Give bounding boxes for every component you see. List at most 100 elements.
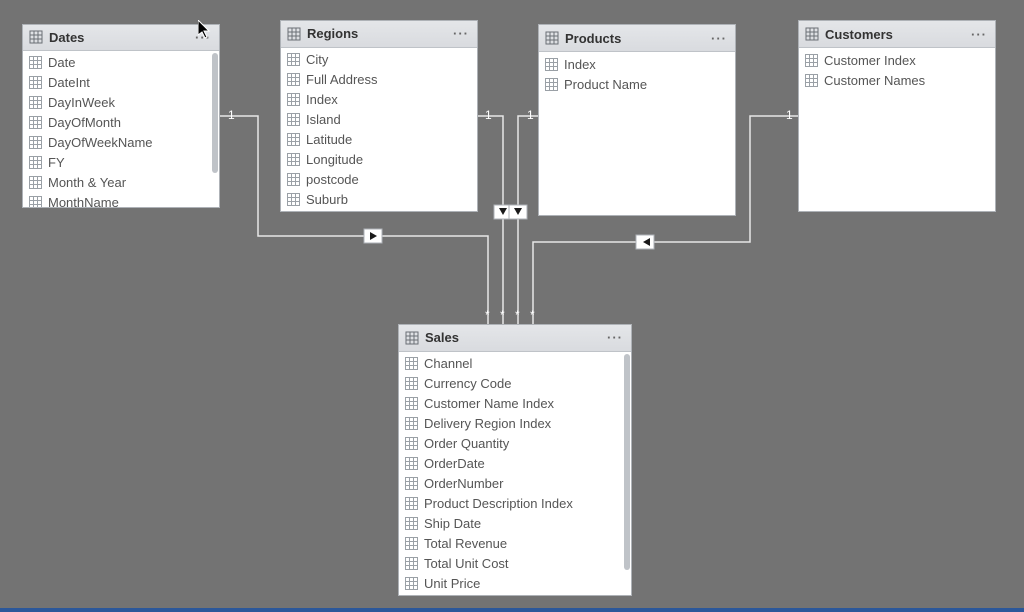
scrollbar[interactable] (623, 352, 631, 595)
field-regions-1[interactable]: Full Address (281, 70, 477, 90)
column-icon (405, 377, 418, 390)
field-label: DayOfMonth (48, 115, 121, 130)
field-label: Currency Code (424, 376, 511, 391)
table-header-dates[interactable]: Dates ··· (23, 25, 219, 51)
field-dates-6[interactable]: Month & Year (23, 173, 219, 193)
cardinality-many-products: * (515, 308, 520, 322)
column-icon (287, 53, 300, 66)
column-icon (287, 93, 300, 106)
field-list-regions: CityFull Address Index Island LatitudeLongi… (281, 48, 477, 211)
field-regions-6[interactable]: postcode (281, 170, 477, 190)
table-icon (405, 331, 419, 345)
field-sales-11[interactable]: Unit Price (399, 574, 631, 594)
table-products[interactable]: Products ··· Index Product Name (538, 24, 736, 216)
field-dates-7[interactable]: MonthName (23, 193, 219, 207)
column-icon (545, 78, 558, 91)
field-sales-1[interactable]: Currency Code (399, 374, 631, 394)
table-header-regions[interactable]: Regions ··· (281, 21, 477, 48)
field-regions-7[interactable]: Suburb (281, 190, 477, 210)
field-list-sales: Channel Currency Code Customer Name Index D… (399, 352, 631, 595)
status-bar (0, 608, 1024, 612)
table-customers[interactable]: Customers ··· Customer Index Customer Nam… (798, 20, 996, 212)
column-icon (287, 133, 300, 146)
field-products-0[interactable]: Index (539, 54, 735, 74)
field-label: OrderNumber (424, 476, 503, 491)
table-dates[interactable]: Dates ··· Date DateInt DayInWeek DayOfMonth… (22, 24, 220, 208)
column-icon (29, 176, 42, 189)
field-sales-10[interactable]: Total Unit Cost (399, 554, 631, 574)
field-dates-2[interactable]: DayInWeek (23, 93, 219, 113)
field-list-customers: Customer Index Customer Names (799, 48, 995, 211)
field-label: Customer Name Index (424, 396, 554, 411)
column-icon (287, 113, 300, 126)
field-sales-3[interactable]: Delivery Region Index (399, 414, 631, 434)
more-icon[interactable]: ··· (193, 30, 213, 45)
more-icon[interactable]: ··· (605, 330, 625, 345)
cardinality-many-regions: * (500, 308, 505, 322)
field-label: Customer Index (824, 53, 916, 68)
field-label: Order Quantity (424, 436, 509, 451)
table-title: Sales (425, 330, 605, 345)
field-label: Island (306, 112, 341, 127)
column-icon (405, 497, 418, 510)
field-label: MonthName (48, 195, 119, 207)
field-customers-1[interactable]: Customer Names (799, 70, 995, 90)
field-sales-6[interactable]: OrderNumber (399, 474, 631, 494)
field-sales-4[interactable]: Order Quantity (399, 434, 631, 454)
field-dates-3[interactable]: DayOfMonth (23, 113, 219, 133)
column-icon (29, 196, 42, 207)
cardinality-one-customers: 1 (786, 108, 793, 122)
table-header-sales[interactable]: Sales ··· (399, 325, 631, 352)
cardinality-many-dates: * (485, 308, 490, 322)
column-icon (545, 58, 558, 71)
field-label: DayInWeek (48, 95, 115, 110)
field-dates-5[interactable]: FY (23, 153, 219, 173)
column-icon (29, 56, 42, 69)
column-icon (287, 193, 300, 206)
table-header-customers[interactable]: Customers ··· (799, 21, 995, 48)
field-sales-5[interactable]: OrderDate (399, 454, 631, 474)
field-label: Unit Price (424, 576, 480, 591)
table-header-products[interactable]: Products ··· (539, 25, 735, 52)
field-sales-7[interactable]: Product Description Index (399, 494, 631, 514)
column-icon (405, 357, 418, 370)
scrollbar[interactable] (211, 51, 219, 207)
field-dates-4[interactable]: DayOfWeekName (23, 133, 219, 153)
field-sales-0[interactable]: Channel (399, 354, 631, 374)
field-sales-9[interactable]: Total Revenue (399, 534, 631, 554)
cardinality-one-regions: 1 (485, 108, 492, 122)
table-sales[interactable]: Sales ··· Channel Currency Code Customer N… (398, 324, 632, 596)
field-sales-8[interactable]: Ship Date (399, 514, 631, 534)
column-icon (405, 417, 418, 430)
column-icon (405, 577, 418, 590)
field-products-1[interactable]: Product Name (539, 74, 735, 94)
column-icon (29, 116, 42, 129)
more-icon[interactable]: ··· (709, 31, 729, 46)
field-label: Delivery Region Index (424, 416, 551, 431)
table-title: Products (565, 31, 709, 46)
column-icon (805, 54, 818, 67)
field-regions-2[interactable]: Index (281, 90, 477, 110)
field-label: Product Description Index (424, 496, 573, 511)
more-icon[interactable]: ··· (451, 26, 471, 41)
field-regions-3[interactable]: Island (281, 110, 477, 130)
field-label: Product Name (564, 77, 647, 92)
field-label: DateInt (48, 75, 90, 90)
field-dates-0[interactable]: Date (23, 53, 219, 73)
field-regions-0[interactable]: City (281, 50, 477, 70)
field-regions-5[interactable]: Longitude (281, 150, 477, 170)
field-list-dates: Date DateInt DayInWeek DayOfMonth DayOfWeekN… (23, 51, 219, 207)
table-regions[interactable]: Regions ··· CityFull Address Index Island L… (280, 20, 478, 212)
field-dates-1[interactable]: DateInt (23, 73, 219, 93)
table-icon (287, 27, 301, 41)
field-regions-4[interactable]: Latitude (281, 130, 477, 150)
field-label: Suburb (306, 192, 348, 207)
field-label: Channel (424, 356, 472, 371)
more-icon[interactable]: ··· (969, 27, 989, 42)
field-customers-0[interactable]: Customer Index (799, 50, 995, 70)
table-icon (805, 27, 819, 41)
column-icon (29, 156, 42, 169)
field-label: Index (306, 92, 338, 107)
field-label: DayOfWeekName (48, 135, 153, 150)
field-sales-2[interactable]: Customer Name Index (399, 394, 631, 414)
